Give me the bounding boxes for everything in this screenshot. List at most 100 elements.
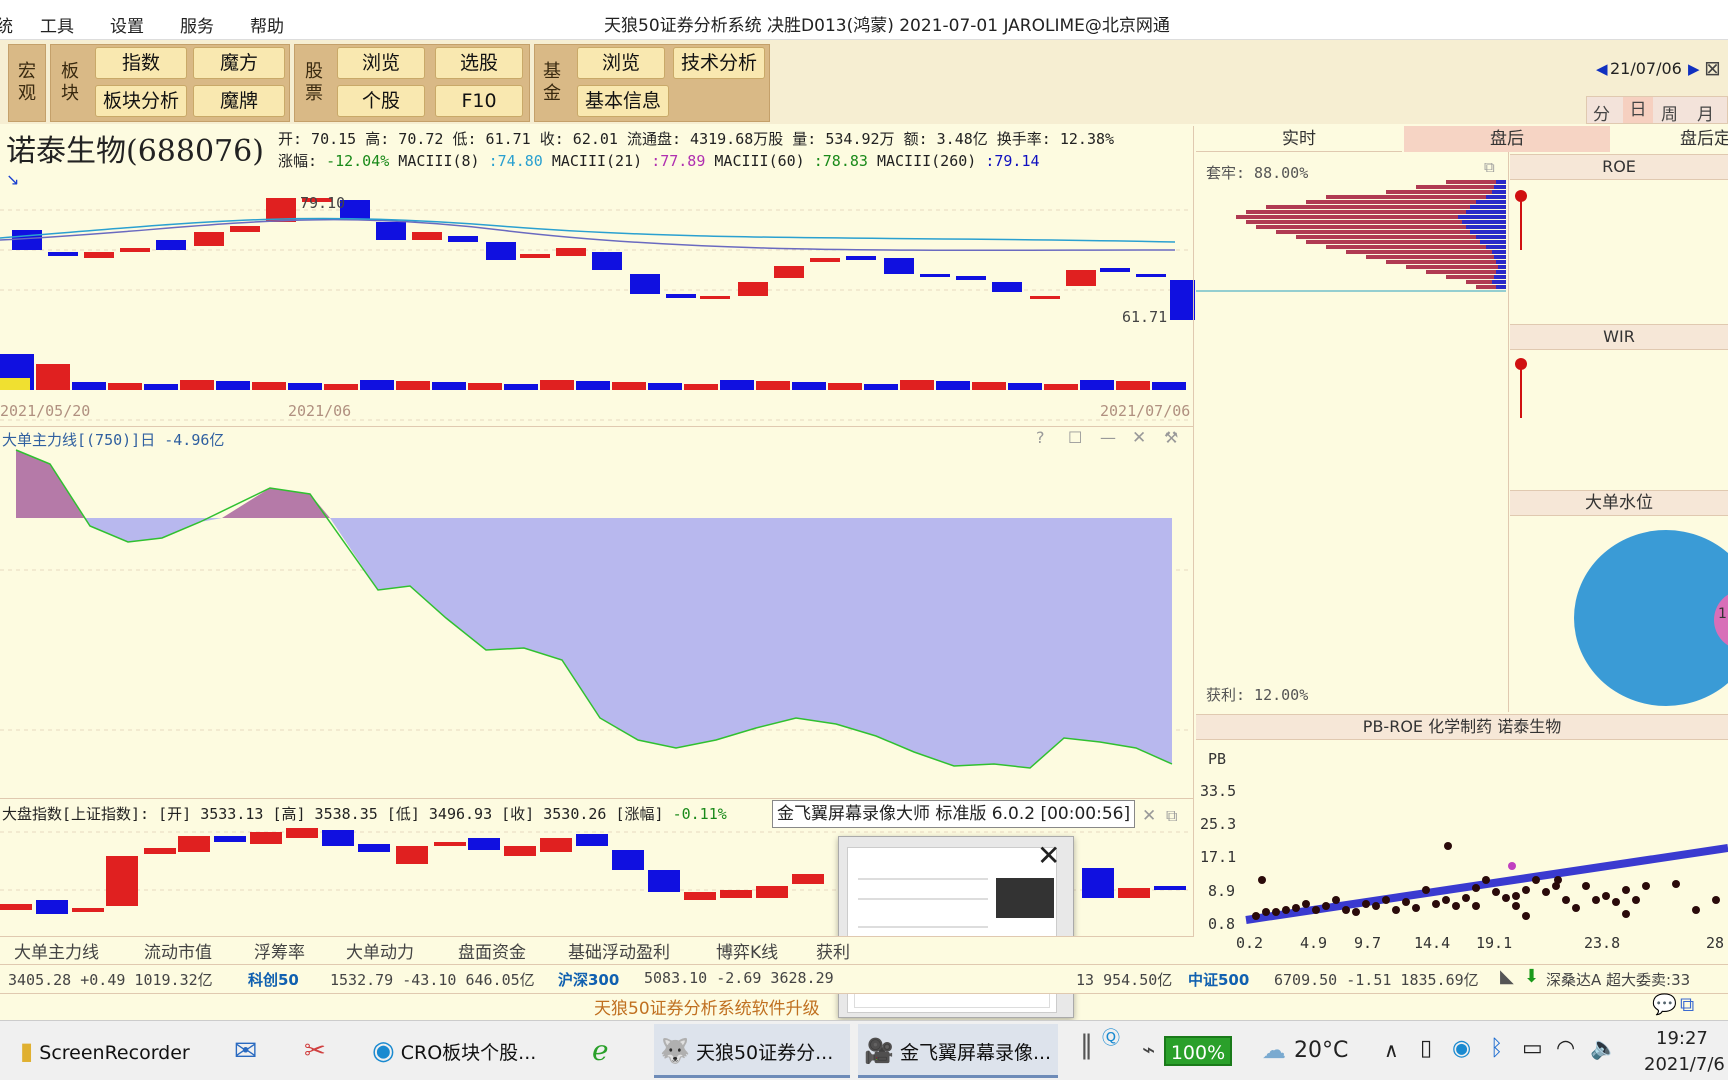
- minimize-icon[interactable]: —: [1100, 428, 1116, 447]
- f10-button[interactable]: F10: [435, 85, 523, 117]
- menu-item-tools[interactable]: 工具: [40, 12, 74, 37]
- tab-float-chip-ratio[interactable]: 浮筹率: [254, 938, 305, 964]
- taskbar-label: ScreenRecorder: [39, 1042, 190, 1064]
- index-candle: [144, 848, 176, 854]
- ie-icon[interactable]: ℯ: [592, 1024, 632, 1078]
- tech-analysis-button[interactable]: 技术分析: [673, 47, 765, 79]
- volume-icon[interactable]: 🔈: [1590, 1036, 1617, 1061]
- tab-profit[interactable]: 获利: [816, 938, 850, 964]
- zoom-icon[interactable]: ⊠: [1704, 56, 1721, 80]
- tab-after-hours[interactable]: 盘后: [1404, 126, 1610, 152]
- battery-indicator[interactable]: 100%: [1164, 1036, 1232, 1066]
- chevron-up-icon[interactable]: ∧: [1384, 1038, 1399, 1062]
- fund-label: 基金: [543, 61, 561, 104]
- upgrade-notice[interactable]: 天狼50证券分析系统软件升级: [594, 994, 820, 1019]
- tab-after-hours-2[interactable]: 盘后定: [1612, 126, 1728, 152]
- close-preview-icon[interactable]: ✕: [1037, 839, 1060, 872]
- tab-float-market-cap[interactable]: 流动市值: [144, 938, 212, 964]
- qq-icon[interactable]: Ⓠ: [1102, 1024, 1120, 1050]
- menu-item-help[interactable]: 帮助: [250, 12, 284, 37]
- sector-label: 板块: [61, 61, 79, 104]
- phone-icon[interactable]: ▯: [1420, 1036, 1432, 1061]
- taskbar-item-recorder[interactable]: 🎥 金飞翼屏幕录像...: [858, 1024, 1058, 1078]
- roe-header: ROE: [1510, 154, 1728, 180]
- candle: [1136, 274, 1166, 277]
- weather-icon[interactable]: ☁: [1262, 1036, 1286, 1064]
- ticker-index-name[interactable]: 科创50: [248, 969, 299, 990]
- plug-icon: ⌁: [1142, 1038, 1156, 1063]
- period-month[interactable]: 月: [1697, 100, 1714, 125]
- ma260-value: :79.14: [985, 152, 1040, 170]
- tab-big-order-power[interactable]: 大单动力: [346, 938, 414, 964]
- period-minute[interactable]: 分: [1593, 100, 1610, 125]
- volume-bar: [1080, 380, 1114, 390]
- scatter-point: [1292, 904, 1300, 912]
- sector-analysis-button[interactable]: 板块分析: [95, 85, 187, 117]
- candle: [48, 252, 78, 256]
- menu-item-settings[interactable]: 设置: [110, 12, 144, 37]
- single-stock-button[interactable]: 个股: [337, 85, 425, 117]
- period-week[interactable]: 周: [1661, 100, 1678, 125]
- macro-label[interactable]: 宏观: [16, 61, 38, 105]
- taskbar-item-tianlang[interactable]: 🐺 天狼50证券分...: [654, 1024, 850, 1078]
- kline-group: [0, 198, 1195, 320]
- scatter-point: [1502, 894, 1510, 902]
- app-icon[interactable]: ✂: [304, 1024, 344, 1078]
- index-candle: [1082, 868, 1114, 898]
- network-status-icon[interactable]: ⧉: [1680, 992, 1694, 1016]
- volume-bar: [720, 380, 754, 390]
- mail-icon[interactable]: ✉: [234, 1024, 274, 1078]
- tab-market-funds[interactable]: 盘面资金: [458, 938, 526, 964]
- wir-header: WIR: [1510, 324, 1728, 350]
- candle: [920, 274, 950, 277]
- chip-bar: [1494, 255, 1506, 259]
- taskbar-label: CRO板块个股...: [400, 1042, 537, 1064]
- macro-group[interactable]: 宏观: [8, 44, 46, 122]
- fund-browse-button[interactable]: 浏览: [577, 47, 665, 79]
- tab-main-force-line[interactable]: 大单主力线: [14, 938, 99, 964]
- chart-icon[interactable]: ◣: [1500, 966, 1514, 987]
- magic-card-button[interactable]: 魔牌: [193, 85, 285, 117]
- chat-icon[interactable]: 💬: [1652, 992, 1677, 1016]
- restore-icon[interactable]: ⧉: [1166, 806, 1177, 826]
- edge-tray-icon[interactable]: ◉: [1452, 1036, 1471, 1061]
- scatter-point: [1262, 908, 1270, 916]
- magic-button[interactable]: 魔方: [193, 47, 285, 79]
- close-panel-icon[interactable]: ✕: [1142, 806, 1156, 826]
- clock-date[interactable]: 2021/7/6: [1644, 1054, 1725, 1075]
- index-button[interactable]: 指数: [95, 47, 187, 79]
- scatter-point: [1422, 886, 1430, 894]
- basic-info-button[interactable]: 基本信息: [577, 85, 669, 117]
- chip-bar: [1326, 245, 1506, 249]
- menu-item-system[interactable]: 统: [0, 12, 13, 37]
- ticker-index-name[interactable]: 中证500: [1188, 969, 1249, 990]
- help-icon[interactable]: ?: [1036, 428, 1045, 447]
- period-day[interactable]: 日: [1623, 97, 1653, 123]
- menu-item-service[interactable]: 服务: [180, 12, 214, 37]
- bluetooth-icon[interactable]: ᛒ: [1490, 1036, 1503, 1061]
- wrench-icon[interactable]: ⚒: [1164, 428, 1178, 447]
- tab-realtime[interactable]: 实时: [1196, 126, 1402, 152]
- taskbar-item-edge[interactable]: ◉ CRO板块个股...: [372, 1024, 572, 1078]
- prev-date-icon[interactable]: ◀: [1596, 60, 1608, 78]
- next-date-icon[interactable]: ▶: [1688, 60, 1700, 78]
- index-candle: [684, 892, 716, 900]
- tab-game-kline[interactable]: 博弈K线: [716, 938, 778, 964]
- candle: [230, 226, 260, 232]
- tab-base-floating-profit[interactable]: 基础浮动盈利: [568, 938, 670, 964]
- chip-bar: [1496, 270, 1506, 274]
- ticker-index-name[interactable]: 沪深300: [558, 969, 619, 990]
- taskbar-item-screenrecorder[interactable]: ▮ ScreenRecorder: [20, 1024, 200, 1078]
- index-candle: [540, 838, 572, 852]
- browse-button[interactable]: 浏览: [337, 47, 425, 79]
- candle: [486, 242, 516, 260]
- maximize-icon[interactable]: ☐: [1068, 428, 1082, 447]
- wifi-icon[interactable]: ◠: [1556, 1036, 1575, 1061]
- expand-icon[interactable]: ⧉: [1484, 158, 1495, 176]
- index-ohlc: 大盘指数[上证指数]: [开] 3533.13 [高] 3538.35 [低] …: [2, 805, 673, 823]
- keyboard-icon[interactable]: ▭: [1522, 1036, 1543, 1061]
- clock-time[interactable]: 19:27: [1656, 1028, 1708, 1049]
- temperature[interactable]: 20°C: [1294, 1038, 1348, 1063]
- select-stock-button[interactable]: 选股: [435, 47, 523, 79]
- close-panel-icon[interactable]: ✕: [1132, 428, 1146, 448]
